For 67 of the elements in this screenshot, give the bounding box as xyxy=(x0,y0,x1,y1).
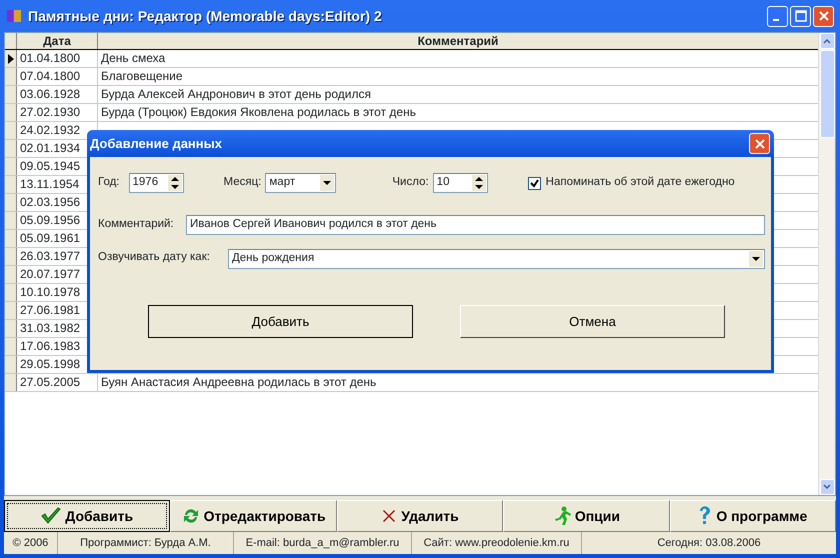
status-text: © 2006 xyxy=(4,532,58,554)
check-icon xyxy=(41,507,62,525)
column-header: Комментарий xyxy=(416,33,500,49)
status-text: Программист: Бурда А.М. xyxy=(58,532,234,554)
announce-dropdown[interactable]: День рождения xyxy=(228,249,765,269)
chevron-up-icon xyxy=(823,38,831,44)
scroll-down-button[interactable] xyxy=(820,479,834,495)
status-text: Сайт: www.preodolenie.km.ru xyxy=(412,532,582,554)
window-title: Памятные дни: Редактор (Memorable days:Editor) 2 xyxy=(28,6,382,26)
maximize-button[interactable] xyxy=(790,6,811,26)
field-label: Число: xyxy=(392,175,429,190)
status-text: Сегодня: 03.08.2006 xyxy=(656,536,762,551)
minimize-button[interactable] xyxy=(767,6,788,26)
running-figure-icon xyxy=(552,506,571,526)
spin-button[interactable] xyxy=(472,175,486,191)
app-icon xyxy=(6,8,22,24)
toolbar-button[interactable]: Опции xyxy=(503,500,670,532)
table-cell: 03.06.1928 xyxy=(17,86,98,103)
spin-arrows-icon xyxy=(474,176,484,190)
minimize-icon xyxy=(773,19,779,21)
dropdown-button[interactable] xyxy=(320,175,334,191)
close-button[interactable] xyxy=(813,6,834,26)
chevron-down-icon xyxy=(823,484,831,490)
table-cell: 27.02.1930 xyxy=(17,104,98,121)
add-button[interactable]: Добавить xyxy=(148,305,413,338)
table-cell: Благовещение xyxy=(101,69,183,83)
toolbar-button[interactable]: О программе xyxy=(670,500,836,532)
maximize-icon xyxy=(794,10,806,22)
table-cell: 01.04.1800 xyxy=(17,50,98,67)
table-cell: Буян Анастасия Андреевна родилась в этот день xyxy=(101,375,376,389)
field-label: Год: xyxy=(98,175,120,190)
spin-button[interactable] xyxy=(168,175,182,191)
month-dropdown[interactable]: март xyxy=(265,173,336,193)
field-label: Комментарий: xyxy=(98,217,175,232)
table-cell: 07.04.1800 xyxy=(17,68,98,85)
dropdown-button[interactable] xyxy=(749,251,763,267)
toolbar-button[interactable]: Отредактировать xyxy=(170,500,337,532)
caret-icon xyxy=(751,256,761,262)
scrollbar-thumb[interactable] xyxy=(820,50,834,138)
checkbox-label: Напоминать об этой дате ежегодно xyxy=(546,175,735,190)
help-icon xyxy=(698,506,712,526)
column-header: Дата xyxy=(17,33,98,49)
close-button[interactable] xyxy=(749,133,770,154)
close-icon xyxy=(818,10,830,22)
close-icon xyxy=(754,138,766,150)
cross-icon xyxy=(381,508,398,524)
day-field[interactable]: 10 xyxy=(432,173,488,193)
cancel-button[interactable]: Отмена xyxy=(460,305,725,338)
comment-field[interactable]: Иванов Сергей Иванович родился в этот день xyxy=(186,215,765,235)
status-text: E-mail: burda_a_m@rambler.ru xyxy=(234,532,412,554)
scroll-up-button[interactable] xyxy=(820,33,834,49)
toolbar-button[interactable]: Добавить xyxy=(4,500,170,532)
field-label: Озвучивать дату как: xyxy=(98,250,211,265)
remind-checkbox[interactable] xyxy=(528,176,541,190)
row-pointer-icon xyxy=(8,54,14,64)
table-cell: День смеха xyxy=(101,51,166,65)
toolbar-button[interactable]: Удалить xyxy=(336,500,504,532)
table-cell: 27.05.2005 xyxy=(17,374,98,391)
year-field[interactable]: 1976 xyxy=(128,173,184,193)
checkmark-icon xyxy=(530,178,539,188)
row-header[interactable] xyxy=(5,50,17,67)
spin-arrows-icon xyxy=(170,176,180,190)
table-cell: Бурда Алексей Андронович в этот день родился xyxy=(101,87,371,101)
refresh-icon xyxy=(182,507,200,525)
table-cell: Бурда (Троцюк) Евдокия Яковлена родилась в этот день xyxy=(101,105,416,119)
caret-icon xyxy=(322,180,332,186)
field-label: Месяц: xyxy=(224,175,262,190)
